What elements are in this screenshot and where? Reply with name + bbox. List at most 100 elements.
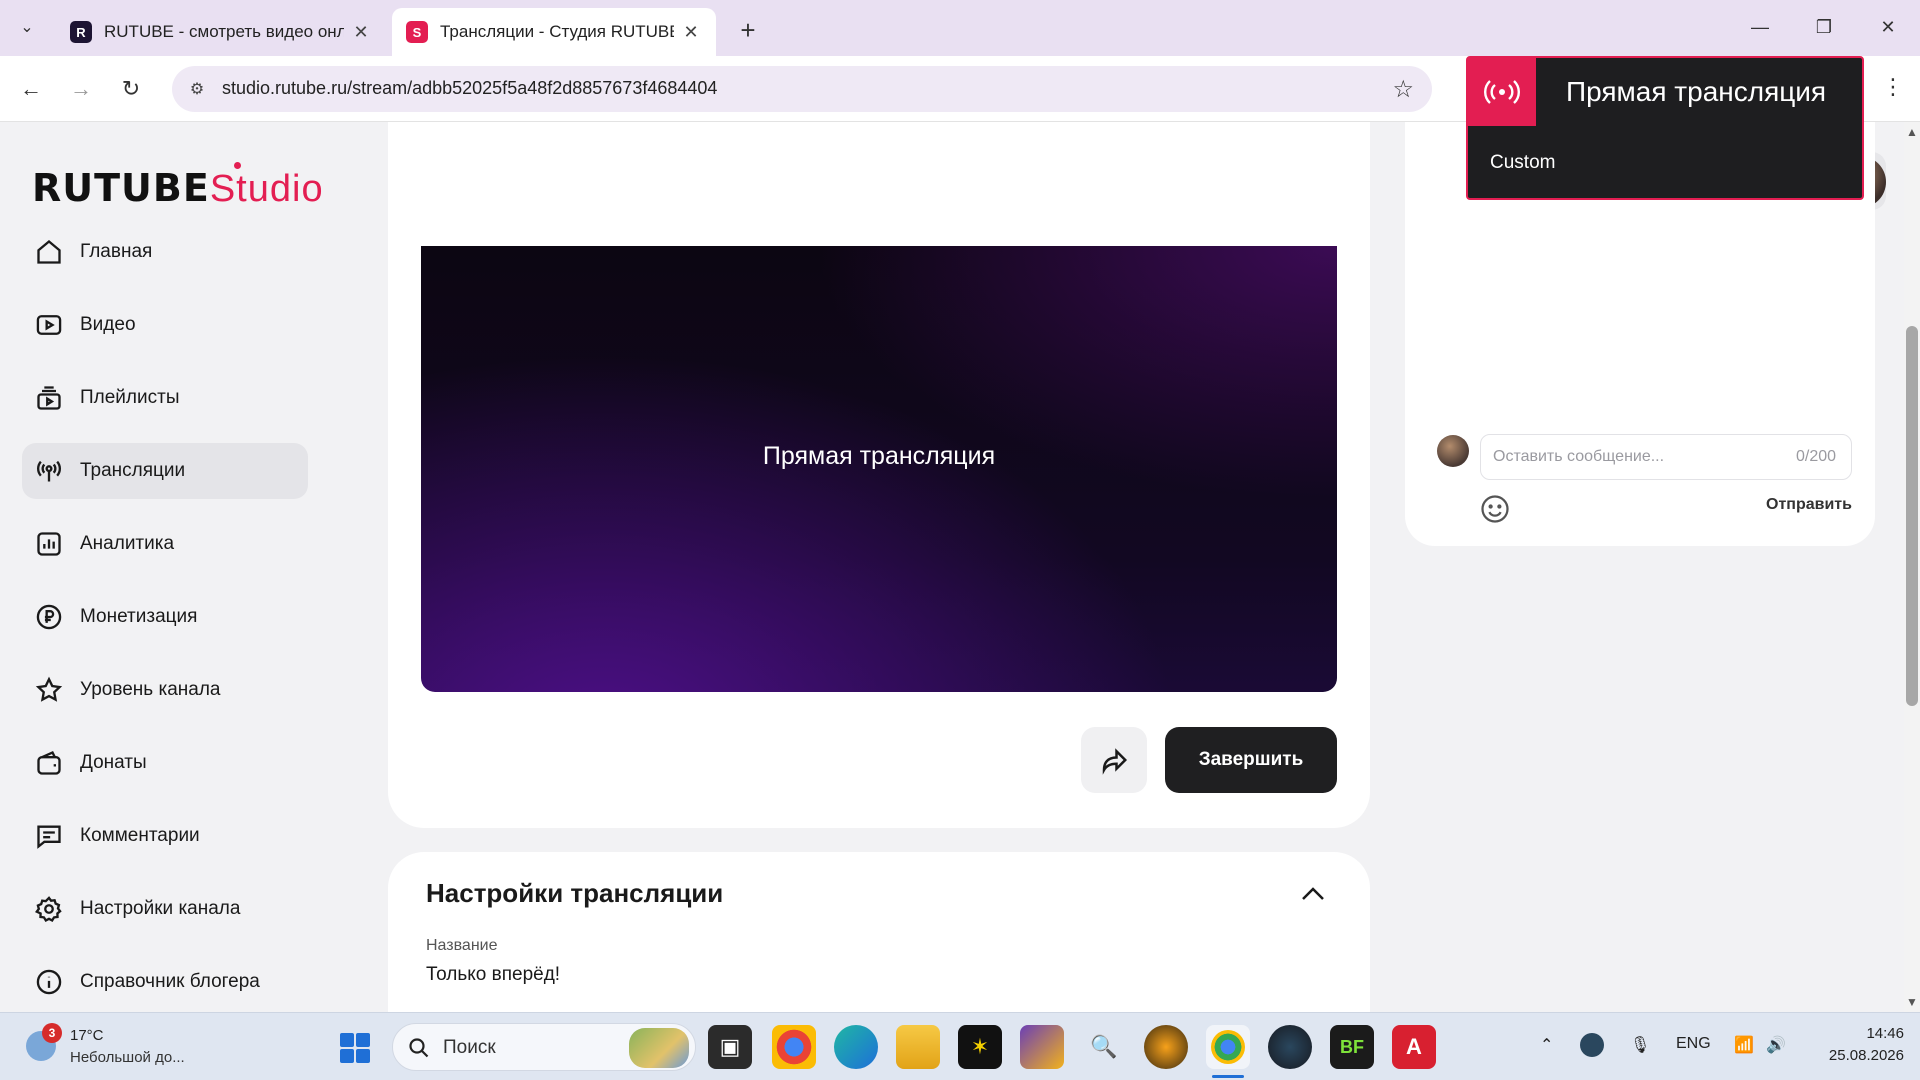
volume-icon[interactable]: 🔊 bbox=[1766, 1035, 1786, 1055]
steam-icon[interactable] bbox=[1268, 1025, 1312, 1069]
chat-char-counter: 0/200 bbox=[1796, 448, 1837, 465]
sidebar-item-label: Справочник блогера bbox=[80, 971, 260, 992]
sidebar-item-channel-settings[interactable]: Настройки канала bbox=[22, 881, 308, 937]
chrome-icon[interactable] bbox=[772, 1025, 816, 1069]
popup-subtitle: Custom bbox=[1490, 152, 1556, 173]
sidebar-item-label: Настройки канала bbox=[80, 898, 241, 919]
tab-search-button[interactable]: ⌄ bbox=[12, 12, 42, 42]
pdf-app-icon[interactable]: A bbox=[1392, 1025, 1436, 1069]
bf-app-icon[interactable]: BF bbox=[1330, 1025, 1374, 1069]
sidebar-item-broadcasts[interactable]: Трансляции bbox=[22, 443, 308, 499]
microphone-icon[interactable]: 🎙 bbox=[1630, 1035, 1650, 1055]
tab-title: RUTUBE - смотреть видео онлайн bbox=[104, 22, 344, 41]
emoji-icon[interactable] bbox=[1480, 494, 1510, 524]
send-message-button[interactable]: Отправить bbox=[1766, 496, 1852, 514]
close-icon[interactable]: ✕ bbox=[680, 22, 702, 43]
taskbar-search[interactable]: Поиск bbox=[392, 1023, 696, 1071]
tray-overflow-icon[interactable]: ⌃ bbox=[1540, 1035, 1553, 1055]
clock-time: 14:46 bbox=[1866, 1025, 1904, 1042]
chevron-up-icon[interactable] bbox=[1300, 884, 1326, 902]
chrome-active-icon[interactable] bbox=[1206, 1025, 1250, 1069]
sidebar-item-label: Донаты bbox=[80, 752, 147, 773]
edge-icon[interactable] bbox=[834, 1025, 878, 1069]
stream-settings-card bbox=[388, 852, 1370, 1012]
address-bar[interactable]: ⚙ studio.rutube.ru/stream/adbb52025f5a48… bbox=[172, 66, 1432, 112]
sidebar-item-comments[interactable]: Комментарии bbox=[22, 808, 308, 864]
logo-brand: RUTUBE bbox=[32, 166, 210, 210]
avatar bbox=[1437, 435, 1469, 467]
studio-favicon-icon: S bbox=[406, 21, 428, 43]
app-star-icon[interactable]: ✶ bbox=[958, 1025, 1002, 1069]
sidebar-item-label: Главная bbox=[80, 241, 153, 262]
share-button[interactable] bbox=[1081, 727, 1147, 793]
sidebar-item-label: Видео bbox=[80, 314, 136, 335]
sidebar-item-video[interactable]: Видео bbox=[22, 297, 308, 353]
search-placeholder: Поиск bbox=[443, 1037, 496, 1058]
analytics-icon bbox=[34, 529, 64, 559]
rutube-favicon-icon: R bbox=[70, 21, 92, 43]
url-text[interactable]: studio.rutube.ru/stream/adbb52025f5a48f2… bbox=[222, 78, 717, 99]
game-app-icon[interactable] bbox=[1020, 1025, 1064, 1069]
rutube-studio-logo[interactable]: RUTUBE Studio bbox=[32, 162, 324, 211]
player-title: Прямая трансляция bbox=[762, 442, 996, 470]
video-player[interactable]: Прямая трансляция bbox=[421, 246, 1337, 692]
sidebar-item-blogger-guide[interactable]: Справочник блогера bbox=[22, 954, 308, 1010]
sidebar-item-analytics[interactable]: Аналитика bbox=[22, 516, 308, 572]
windows-taskbar: 3 17°C Небольшой до... Поиск ▣ ✶ 🔍 BF A … bbox=[0, 1012, 1920, 1080]
home-icon bbox=[34, 237, 64, 267]
sidebar-item-playlists[interactable]: Плейлисты bbox=[22, 370, 308, 426]
sidebar-item-home[interactable]: Главная bbox=[22, 224, 308, 280]
playlist-icon bbox=[34, 383, 64, 413]
sidebar-item-label: Уровень канала bbox=[80, 679, 221, 700]
sidebar-item-label: Плейлисты bbox=[80, 387, 180, 408]
sidebar-item-donations[interactable]: Донаты bbox=[22, 735, 308, 791]
live-stream-popup[interactable]: Прямая трансляция Custom bbox=[1466, 56, 1864, 200]
back-button[interactable]: ← bbox=[14, 72, 48, 106]
live-broadcast-icon bbox=[1468, 58, 1536, 126]
wifi-icon[interactable]: 📶 bbox=[1734, 1035, 1754, 1055]
wallet-icon bbox=[34, 748, 64, 778]
reload-button[interactable]: ↻ bbox=[114, 72, 148, 106]
comment-icon bbox=[34, 821, 64, 851]
file-explorer-icon[interactable] bbox=[896, 1025, 940, 1069]
sidebar-item-label: Трансляции bbox=[80, 460, 186, 481]
browser-tab-studio[interactable]: S Трансляции - Студия RUTUBE ✕ bbox=[392, 8, 716, 56]
notification-badge: 3 bbox=[42, 1023, 62, 1043]
scrollbar-thumb[interactable] bbox=[1906, 326, 1918, 706]
steam-tray-icon[interactable] bbox=[1580, 1033, 1604, 1057]
weather-widget[interactable]: 3 17°C Небольшой до... bbox=[22, 1023, 222, 1071]
new-tab-button[interactable]: + bbox=[732, 14, 764, 46]
close-window-button[interactable]: ✕ bbox=[1868, 12, 1908, 42]
weather-condition: Небольшой до... bbox=[70, 1049, 185, 1066]
video-icon bbox=[34, 310, 64, 340]
studio-page: RUTUBE Studio Главная Видео Плейлисты Тра… bbox=[0, 122, 1904, 1012]
browser-tab-bar: ⌄ R RUTUBE - смотреть видео онлайн ✕ S Т… bbox=[0, 0, 1920, 56]
end-stream-button[interactable]: Завершить bbox=[1165, 727, 1337, 793]
fl-studio-icon[interactable] bbox=[1144, 1025, 1188, 1069]
scroll-down-icon[interactable]: ▼ bbox=[1904, 994, 1920, 1010]
scroll-up-icon[interactable]: ▲ bbox=[1904, 124, 1920, 140]
sidebar-item-monetization[interactable]: Монетизация bbox=[22, 589, 308, 645]
settings-title: Настройки трансляции bbox=[426, 878, 724, 908]
close-icon[interactable]: ✕ bbox=[350, 22, 372, 43]
active-app-indicator bbox=[1212, 1075, 1244, 1078]
minimize-button[interactable]: — bbox=[1740, 12, 1780, 42]
gear-icon bbox=[34, 894, 64, 924]
bookmark-star-icon[interactable]: ☆ bbox=[1392, 75, 1414, 104]
share-icon bbox=[1102, 748, 1128, 775]
language-indicator[interactable]: ENG bbox=[1676, 1035, 1711, 1053]
search-highlight-image bbox=[629, 1028, 689, 1068]
info-icon bbox=[34, 967, 64, 997]
magnifier-app-icon[interactable]: 🔍 bbox=[1082, 1025, 1126, 1069]
restore-button[interactable]: ❐ bbox=[1804, 12, 1844, 42]
forward-button[interactable]: → bbox=[64, 72, 98, 106]
sidebar-item-channel-level[interactable]: Уровень канала bbox=[22, 662, 308, 718]
taskbar-clock[interactable]: 14:46 25.08.2026 bbox=[1812, 1023, 1904, 1067]
logo-dot bbox=[234, 162, 241, 169]
browser-menu-icon[interactable]: ⋮ bbox=[1882, 74, 1904, 100]
windows-start-icon[interactable] bbox=[340, 1033, 370, 1063]
site-settings-icon[interactable]: ⚙ bbox=[186, 78, 208, 100]
name-field-value[interactable]: Только вперёд! bbox=[426, 964, 560, 986]
browser-tab-rutube[interactable]: R RUTUBE - смотреть видео онлайн ✕ bbox=[56, 8, 386, 56]
task-view-icon[interactable]: ▣ bbox=[708, 1025, 752, 1069]
